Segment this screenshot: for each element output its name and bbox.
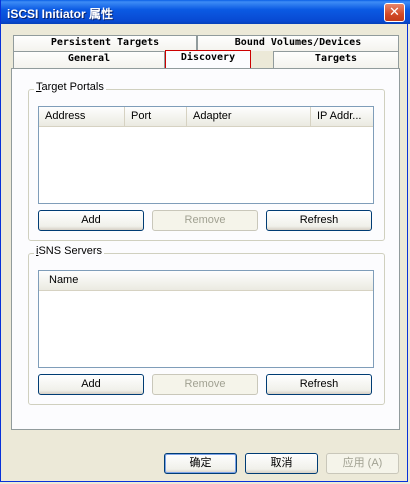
isns-servers-label: iSNS Servers [34,245,105,257]
target-portals-header: Address Port Adapter IP Addr... [39,107,373,127]
isns-add-button[interactable]: Add [38,374,144,395]
column-ip-address[interactable]: IP Addr... [311,107,373,126]
target-portals-remove-button: Remove [152,210,258,231]
column-address[interactable]: Address [39,107,125,126]
ok-button[interactable]: 确定 [164,453,237,474]
column-name[interactable]: Name [39,271,373,290]
target-portals-label: Target Portals [34,81,106,93]
window-title: iSCSI Initiator 属性 [7,7,114,21]
tab-general[interactable]: General [13,51,165,68]
refresh-label: Refresh [299,378,339,390]
title-bar[interactable]: iSCSI Initiator 属性 ✕ [1,0,410,24]
apply-button: 应用 (A) [326,453,399,474]
tab-bound-volumes[interactable]: Bound Volumes/Devices [197,35,399,51]
cancel-button[interactable]: 取消 [245,453,318,474]
target-portals-label-text: arget Portals [41,81,104,93]
isns-refresh-button[interactable]: Refresh [266,374,372,395]
refresh-label: Refresh [299,214,339,226]
isns-servers-header: Name [39,271,373,291]
add-label: Add [81,378,101,390]
isns-servers-list[interactable]: Name [38,270,374,368]
close-icon[interactable]: ✕ [384,3,405,22]
isns-remove-button: Remove [152,374,258,395]
add-label: Add [81,214,101,226]
tab-discovery[interactable]: Discovery [165,50,251,68]
remove-label: Remove [184,378,226,390]
remove-label: Remove [184,214,226,226]
target-portals-list[interactable]: Address Port Adapter IP Addr... [38,106,374,204]
target-portals-refresh-button[interactable]: Refresh [266,210,372,231]
dialog-window: iSCSI Initiator 属性 ✕ Persistent Targets … [0,0,410,482]
tab-persistent-targets[interactable]: Persistent Targets [13,35,197,51]
discovery-panel: Target Portals Address Port Adapter IP A… [11,68,400,430]
target-portals-add-button[interactable]: Add [38,210,144,231]
tab-targets[interactable]: Targets [273,51,399,68]
column-adapter[interactable]: Adapter [187,107,311,126]
isns-servers-label-text: SNS Servers [38,245,103,257]
column-port[interactable]: Port [125,107,187,126]
